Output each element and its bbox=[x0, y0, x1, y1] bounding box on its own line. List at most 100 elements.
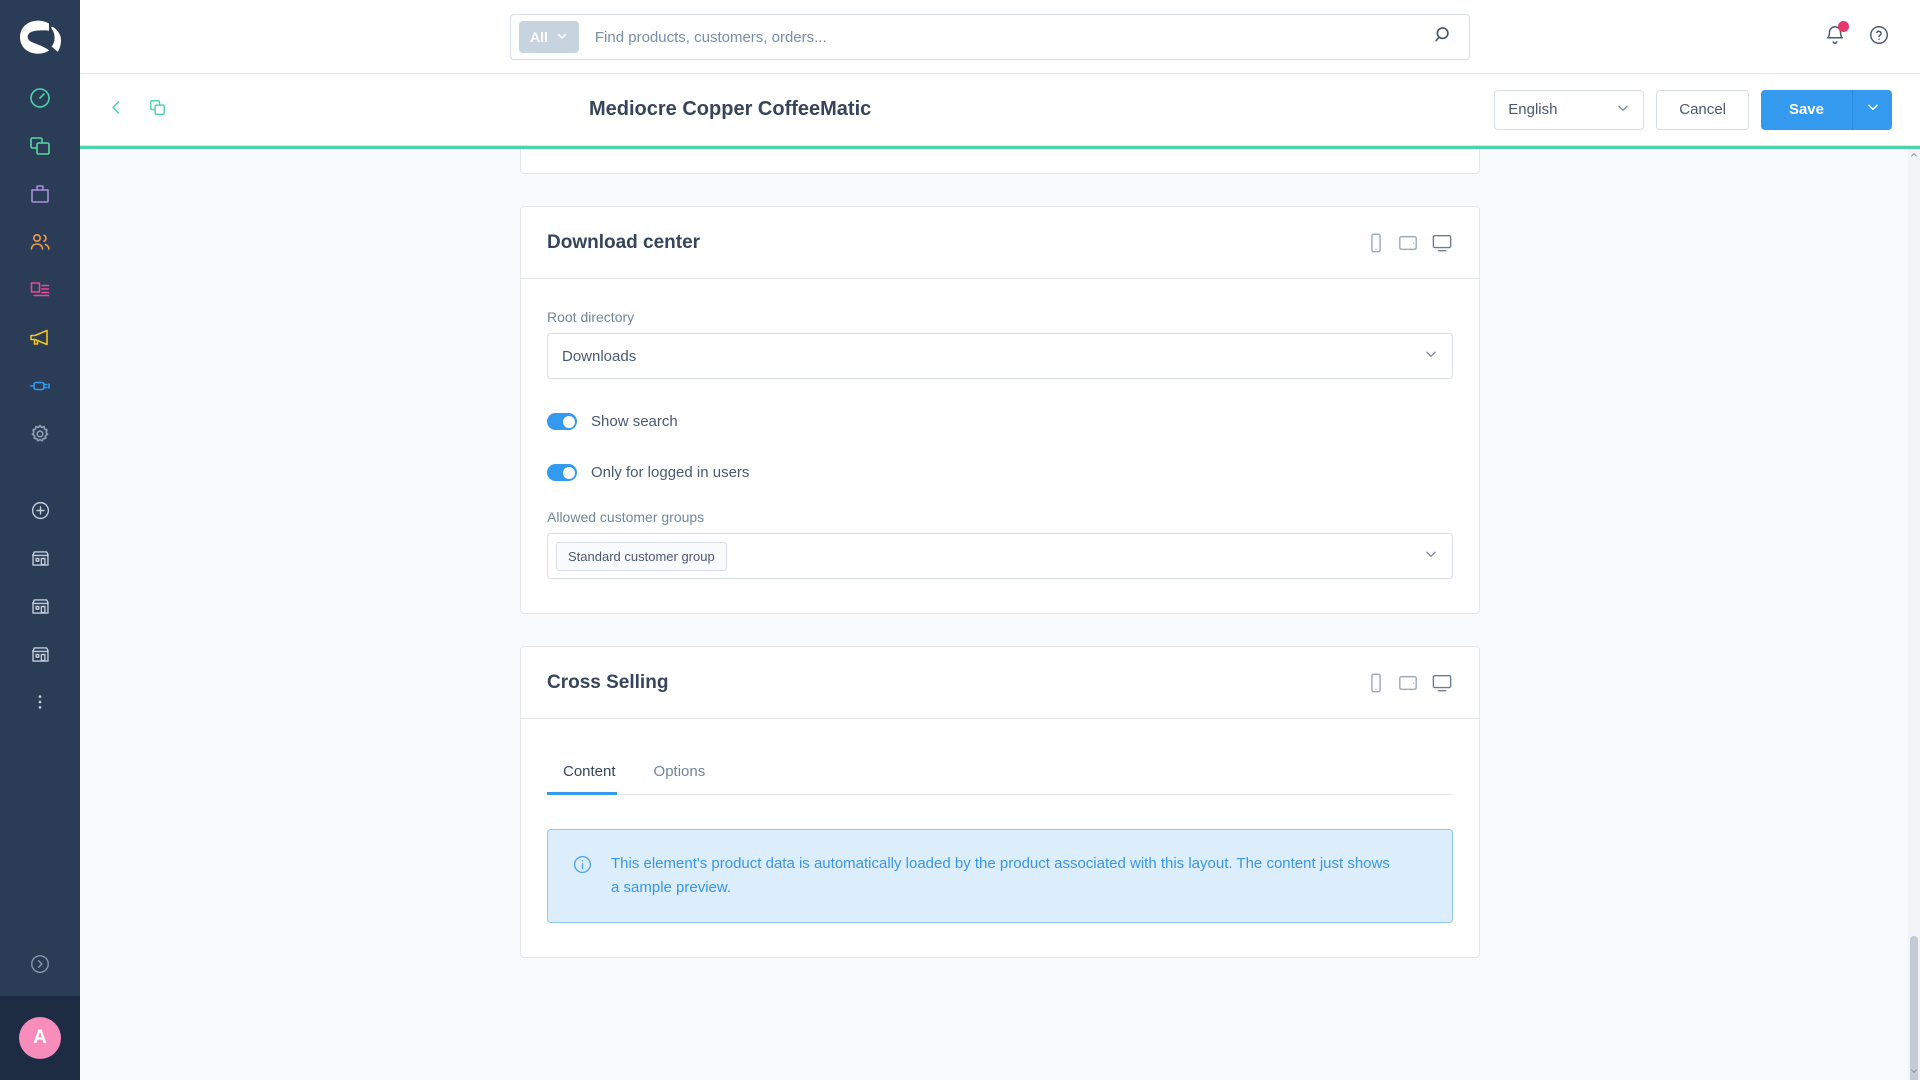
customer-groups-field: Allowed customer groups Standard custome… bbox=[547, 509, 1453, 579]
tab-content[interactable]: Content bbox=[549, 753, 630, 794]
language-value: English bbox=[1508, 101, 1558, 118]
sidebar-item-sales-channel-1[interactable] bbox=[0, 534, 80, 582]
storefront-icon bbox=[30, 548, 51, 569]
cross-selling-tabs: Content Options bbox=[547, 753, 1453, 795]
search-input[interactable] bbox=[578, 28, 1421, 46]
shopware-logo[interactable] bbox=[0, 0, 80, 74]
save-button-group: Save bbox=[1760, 89, 1892, 130]
tablet-icon[interactable] bbox=[1397, 673, 1419, 693]
sidebar-item-customers[interactable] bbox=[0, 218, 80, 266]
cross-selling-header: Cross Selling bbox=[521, 647, 1479, 719]
customer-groups-label: Allowed customer groups bbox=[547, 509, 705, 525]
duplicate-icon bbox=[148, 98, 167, 122]
main-area: All Find products, customers, orders... … bbox=[80, 0, 1920, 1080]
page-header-actions: English Cancel Save bbox=[1494, 89, 1892, 130]
storefront-icon bbox=[30, 644, 51, 665]
chevron-down-icon bbox=[1616, 101, 1630, 119]
chevron-down-icon bbox=[1866, 100, 1880, 119]
back-button[interactable] bbox=[104, 95, 129, 125]
sidebar-item-marketing[interactable] bbox=[0, 314, 80, 362]
sidebar-item-add-sales-channel[interactable] bbox=[0, 486, 80, 534]
question-circle-icon bbox=[1868, 24, 1890, 51]
notifications-button[interactable] bbox=[1824, 20, 1849, 51]
sidebar-item-sales-channel-3[interactable] bbox=[0, 630, 80, 678]
scrollbar-thumb[interactable] bbox=[1910, 936, 1918, 1080]
content-scroll-area: Download center Root directory Downloads… bbox=[80, 146, 1920, 1080]
scrollbar-track[interactable] bbox=[1908, 146, 1920, 1080]
download-center-device-toggles bbox=[1367, 233, 1453, 253]
kebab-menu-icon bbox=[30, 692, 50, 712]
customer-group-chip[interactable]: Standard customer group bbox=[556, 541, 727, 571]
duplicate-button[interactable] bbox=[145, 95, 170, 125]
chevron-down-icon bbox=[1424, 347, 1438, 366]
briefcase-icon bbox=[28, 182, 52, 206]
content-icon bbox=[28, 278, 52, 302]
help-button[interactable] bbox=[1868, 24, 1890, 51]
chevron-down-icon bbox=[556, 29, 568, 45]
tablet-icon[interactable] bbox=[1397, 233, 1419, 253]
root-directory-label: Root directory bbox=[547, 309, 635, 325]
cross-selling-card: Cross Selling Content Options This eleme… bbox=[520, 646, 1480, 958]
show-search-row: Show search bbox=[547, 413, 1453, 430]
download-center-body: Root directory Downloads Show search Onl bbox=[521, 279, 1479, 613]
speedometer-icon bbox=[28, 86, 52, 110]
language-select[interactable]: English bbox=[1494, 89, 1645, 130]
sidebar-item-sales-channel-2[interactable] bbox=[0, 582, 80, 630]
plug-icon bbox=[28, 374, 52, 398]
download-center-header: Download center bbox=[521, 207, 1479, 279]
plus-circle-icon bbox=[30, 500, 51, 521]
customer-groups-select[interactable]: Standard customer group bbox=[547, 533, 1453, 579]
sidebar: A bbox=[0, 0, 80, 1080]
topbar-actions bbox=[1824, 0, 1890, 74]
save-progress-bar bbox=[80, 146, 1920, 149]
sidebar-item-more-sales-channels[interactable] bbox=[0, 678, 80, 726]
page-header: Mediocre Copper CoffeeMatic English Canc… bbox=[80, 74, 1920, 146]
sidebar-item-settings[interactable] bbox=[0, 410, 80, 458]
tab-options[interactable]: Options bbox=[640, 753, 720, 794]
info-alert: This element's product data is automatic… bbox=[547, 829, 1453, 923]
only-logged-in-toggle[interactable] bbox=[547, 464, 577, 481]
cross-selling-body: Content Options This element's product d… bbox=[521, 719, 1479, 957]
sidebar-item-content[interactable] bbox=[0, 266, 80, 314]
root-directory-value: Downloads bbox=[562, 347, 637, 365]
mobile-icon[interactable] bbox=[1367, 233, 1385, 253]
chevron-right-circle-icon bbox=[29, 953, 51, 980]
only-logged-in-row: Only for logged in users bbox=[547, 464, 1453, 481]
cancel-button[interactable]: Cancel bbox=[1656, 89, 1749, 130]
sidebar-main-nav bbox=[0, 74, 80, 458]
search-icon bbox=[1433, 24, 1454, 50]
desktop-icon[interactable] bbox=[1431, 673, 1453, 693]
save-button[interactable]: Save bbox=[1760, 89, 1852, 130]
sidebar-item-extensions[interactable] bbox=[0, 362, 80, 410]
only-logged-in-label: Only for logged in users bbox=[591, 464, 750, 481]
user-menu[interactable]: A bbox=[0, 996, 80, 1080]
show-search-toggle[interactable] bbox=[547, 413, 577, 430]
sidebar-item-dashboard[interactable] bbox=[0, 74, 80, 122]
root-directory-select[interactable]: Downloads bbox=[547, 333, 1453, 379]
cross-selling-title: Cross Selling bbox=[547, 671, 669, 693]
scroll-down-arrow[interactable] bbox=[1908, 1064, 1920, 1078]
info-alert-text: This element's product data is automatic… bbox=[611, 855, 1390, 896]
content-inner: Download center Root directory Downloads… bbox=[80, 146, 1920, 998]
global-search: All bbox=[510, 14, 1470, 60]
scroll-up-arrow[interactable] bbox=[1908, 148, 1920, 162]
megaphone-icon bbox=[28, 326, 52, 350]
mobile-icon[interactable] bbox=[1367, 673, 1385, 693]
page-header-left bbox=[104, 95, 170, 125]
desktop-icon[interactable] bbox=[1431, 233, 1453, 253]
search-button[interactable] bbox=[1421, 15, 1465, 59]
avatar[interactable]: A bbox=[19, 1017, 61, 1059]
chevron-left-icon bbox=[107, 98, 126, 122]
chevron-down-icon bbox=[1424, 547, 1438, 566]
sidebar-expand-button[interactable] bbox=[0, 936, 80, 996]
users-icon bbox=[28, 230, 52, 254]
download-center-card: Download center Root directory Downloads… bbox=[520, 206, 1480, 614]
sidebar-sales-channels bbox=[0, 486, 80, 726]
sidebar-item-orders[interactable] bbox=[0, 170, 80, 218]
search-scope-dropdown[interactable]: All bbox=[519, 21, 579, 53]
search-scope-label: All bbox=[530, 29, 548, 45]
cross-selling-device-toggles bbox=[1367, 673, 1453, 693]
sidebar-item-catalogues[interactable] bbox=[0, 122, 80, 170]
save-dropdown-button[interactable] bbox=[1852, 89, 1892, 130]
top-bar: All bbox=[80, 0, 1920, 74]
